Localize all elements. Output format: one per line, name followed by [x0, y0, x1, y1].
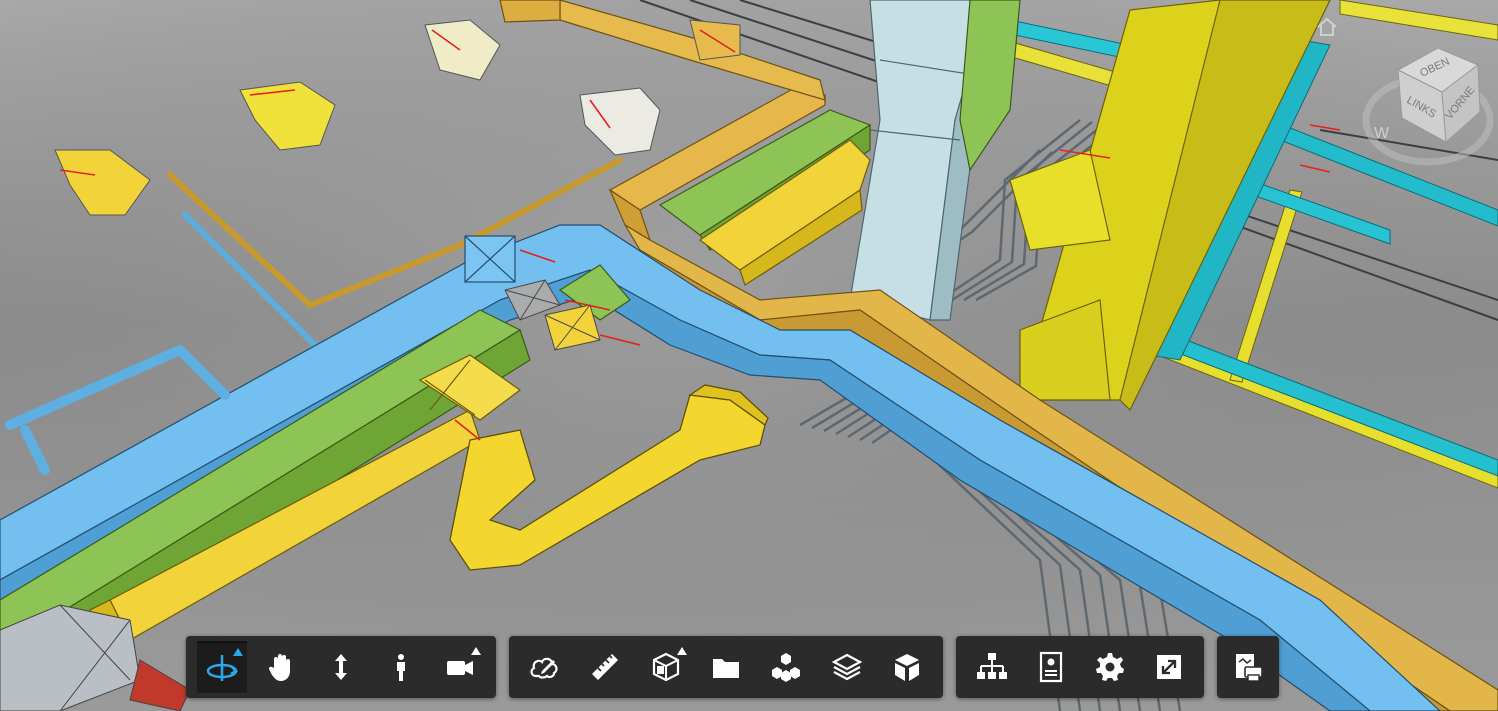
3d-viewport[interactable]: W OBEN LINKS VORNE: [0, 0, 1498, 711]
section-button[interactable]: [641, 642, 691, 692]
3d-view-icon: [894, 654, 919, 681]
explode-button[interactable]: [701, 642, 751, 692]
toolbar-settings-group: [956, 636, 1204, 698]
model-tree-button[interactable]: [967, 642, 1016, 692]
properties-button[interactable]: [1026, 642, 1075, 692]
view-cube[interactable]: W OBEN LINKS VORNE: [1360, 30, 1495, 170]
measure-button[interactable]: [580, 642, 630, 692]
markup-button[interactable]: [520, 642, 570, 692]
zoom-icon: [334, 654, 347, 680]
explode-icon: [712, 659, 739, 678]
model-browser-button[interactable]: [761, 642, 811, 692]
first-person-icon: [396, 654, 405, 681]
measure-icon: [592, 654, 619, 680]
layers-button[interactable]: [821, 642, 871, 692]
pan-button[interactable]: [257, 642, 307, 692]
model-tree-icon: [976, 653, 1007, 679]
print-button[interactable]: [1223, 642, 1273, 692]
viewcube-compass-mark[interactable]: W: [1374, 125, 1390, 142]
orbit-button[interactable]: [197, 641, 247, 693]
first-person-button[interactable]: [376, 642, 426, 692]
flyout-indicator-icon: [470, 647, 481, 655]
orbit-icon: [206, 655, 238, 681]
camera-button[interactable]: [435, 642, 485, 692]
fullscreen-icon: [1156, 655, 1181, 679]
flyout-indicator-icon: [232, 648, 243, 656]
camera-icon: [447, 661, 474, 675]
markup-icon: [530, 657, 558, 679]
toolbar-extra-group: [1217, 636, 1279, 698]
home-view-icon[interactable]: [1316, 16, 1338, 38]
flyout-indicator-icon: [676, 647, 687, 655]
toolbar-navigation-group: [186, 636, 496, 698]
model-browser-icon: [772, 653, 801, 682]
properties-icon: [1039, 651, 1062, 683]
toolbar-tools-group: [509, 636, 943, 698]
settings-button[interactable]: [1085, 642, 1134, 692]
model-canvas: [0, 0, 1498, 711]
fullscreen-button[interactable]: [1144, 642, 1193, 692]
layers-icon: [831, 653, 862, 681]
3d-view-button[interactable]: [882, 642, 932, 692]
print-icon: [1236, 654, 1263, 682]
section-icon: [652, 652, 679, 682]
zoom-button[interactable]: [316, 642, 366, 692]
settings-gear-icon: [1095, 653, 1124, 681]
pan-icon: [269, 654, 291, 681]
